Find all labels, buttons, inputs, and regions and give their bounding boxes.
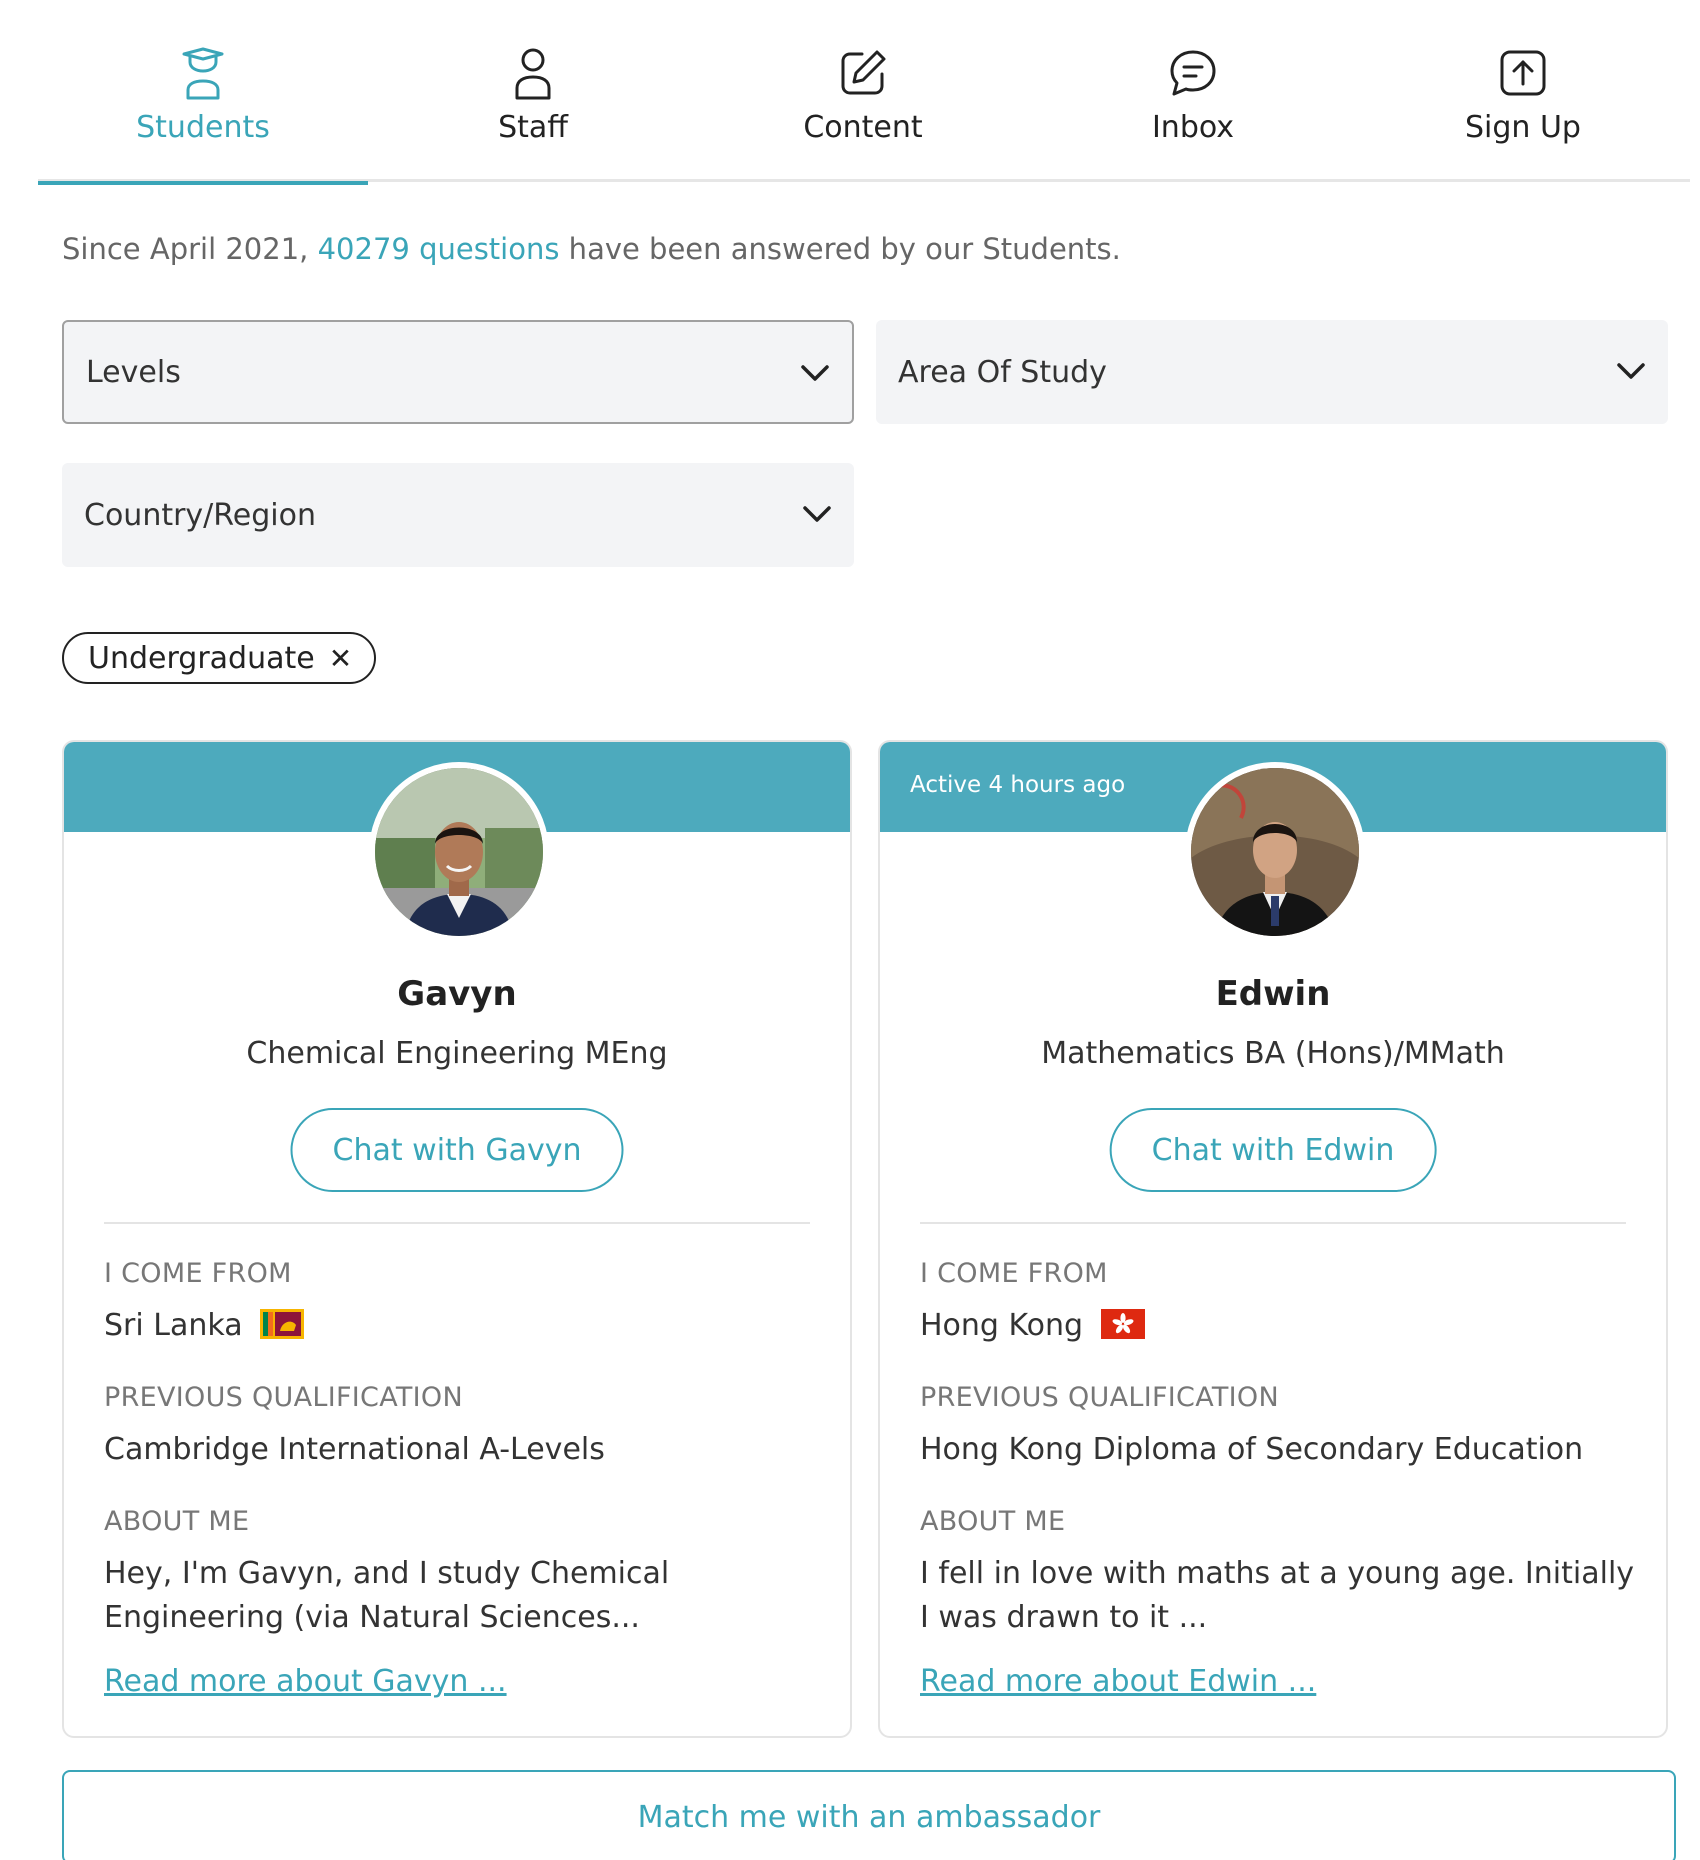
questions-count-link[interactable]: 40279 questions <box>318 232 560 266</box>
qualification-value: Cambridge International A-Levels <box>104 1432 605 1467</box>
hong-kong-flag-icon <box>1100 1308 1145 1339</box>
avatar-photo <box>1191 768 1359 936</box>
ambassador-name: Edwin <box>1215 974 1331 1014</box>
about-me-label: ABOUT ME <box>920 1506 1066 1537</box>
avatar-photo <box>375 768 543 936</box>
questions-summary: Since April 2021, 40279 questions have b… <box>62 232 1121 266</box>
tab-sign-up[interactable]: Sign Up <box>1358 0 1688 182</box>
qualification-value: Hong Kong Diploma of Secondary Education <box>920 1432 1584 1467</box>
come-from-label: I COME FROM <box>104 1258 292 1289</box>
ambassador-name: Gavyn <box>397 974 517 1014</box>
levels-select-label: Levels <box>86 354 181 390</box>
area-of-study-select-label: Area Of Study <box>898 354 1107 390</box>
tab-label: Students <box>136 110 270 145</box>
read-more-link[interactable]: Read more about Gavyn ... <box>104 1664 507 1699</box>
come-from-label: I COME FROM <box>920 1258 1108 1289</box>
tab-label: Staff <box>498 110 568 145</box>
previous-qualification-label: PREVIOUS QUALIFICATION <box>920 1382 1279 1413</box>
tab-label: Sign Up <box>1465 110 1581 145</box>
ambassador-card: Active 4 hours ago Edwin Mathematics BA … <box>878 740 1668 1738</box>
divider <box>920 1222 1626 1224</box>
country-region-select[interactable]: Country/Region <box>62 463 854 567</box>
avatar <box>1185 762 1365 942</box>
country-name: Hong Kong <box>920 1308 1084 1343</box>
filter-chip-label: Undergraduate <box>88 640 315 676</box>
chat-bubble-icon <box>1170 50 1216 96</box>
close-icon[interactable]: ✕ <box>329 642 352 675</box>
chevron-down-icon <box>801 365 829 381</box>
country-name: Sri Lanka <box>104 1308 243 1343</box>
about-me-label: ABOUT ME <box>104 1506 250 1537</box>
country-region-select-label: Country/Region <box>84 497 316 533</box>
tab-students[interactable]: Students <box>38 0 368 185</box>
country-value: Hong Kong <box>920 1304 1636 1348</box>
chevron-down-icon <box>803 506 831 522</box>
summary-suffix: have been answered by our Students. <box>559 232 1121 266</box>
main-nav: Students Staff Content Inbox Sign Up <box>38 0 1690 185</box>
tab-content[interactable]: Content <box>698 0 1028 182</box>
sri-lanka-flag-icon <box>260 1308 305 1339</box>
tab-label: Inbox <box>1151 110 1235 145</box>
graduate-icon <box>182 47 224 100</box>
divider <box>104 1222 810 1224</box>
edit-icon <box>841 50 886 95</box>
ambassador-course: Mathematics BA (Hons)/MMath <box>1041 1036 1505 1071</box>
match-ambassador-button[interactable]: Match me with an ambassador <box>62 1770 1676 1860</box>
tab-inbox[interactable]: Inbox <box>1028 0 1358 182</box>
active-status: Active 4 hours ago <box>910 772 1126 798</box>
chat-button[interactable]: Chat with Gavyn <box>290 1108 624 1192</box>
tab-staff[interactable]: Staff <box>368 0 698 182</box>
upload-icon <box>1500 50 1546 96</box>
country-value: Sri Lanka <box>104 1304 820 1348</box>
area-of-study-select[interactable]: Area Of Study <box>876 320 1668 424</box>
summary-prefix: Since April 2021, <box>62 232 318 266</box>
ambassador-course: Chemical Engineering MEng <box>246 1036 668 1071</box>
ambassador-card: Gavyn Chemical Engineering MEng Chat wit… <box>62 740 852 1738</box>
chevron-down-icon <box>1617 363 1645 379</box>
about-me-text: Hey, I'm Gavyn, and I study Chemical Eng… <box>104 1556 670 1635</box>
about-me-text: I fell in love with maths at a young age… <box>920 1556 1635 1635</box>
read-more-link[interactable]: Read more about Edwin ... <box>920 1664 1316 1699</box>
filter-chip-undergraduate[interactable]: Undergraduate ✕ <box>62 632 377 684</box>
person-icon <box>515 48 551 100</box>
levels-select[interactable]: Levels <box>62 320 854 424</box>
chat-button[interactable]: Chat with Edwin <box>1109 1108 1437 1192</box>
previous-qualification-label: PREVIOUS QUALIFICATION <box>104 1382 463 1413</box>
avatar <box>369 762 549 942</box>
tab-label: Content <box>803 110 923 145</box>
